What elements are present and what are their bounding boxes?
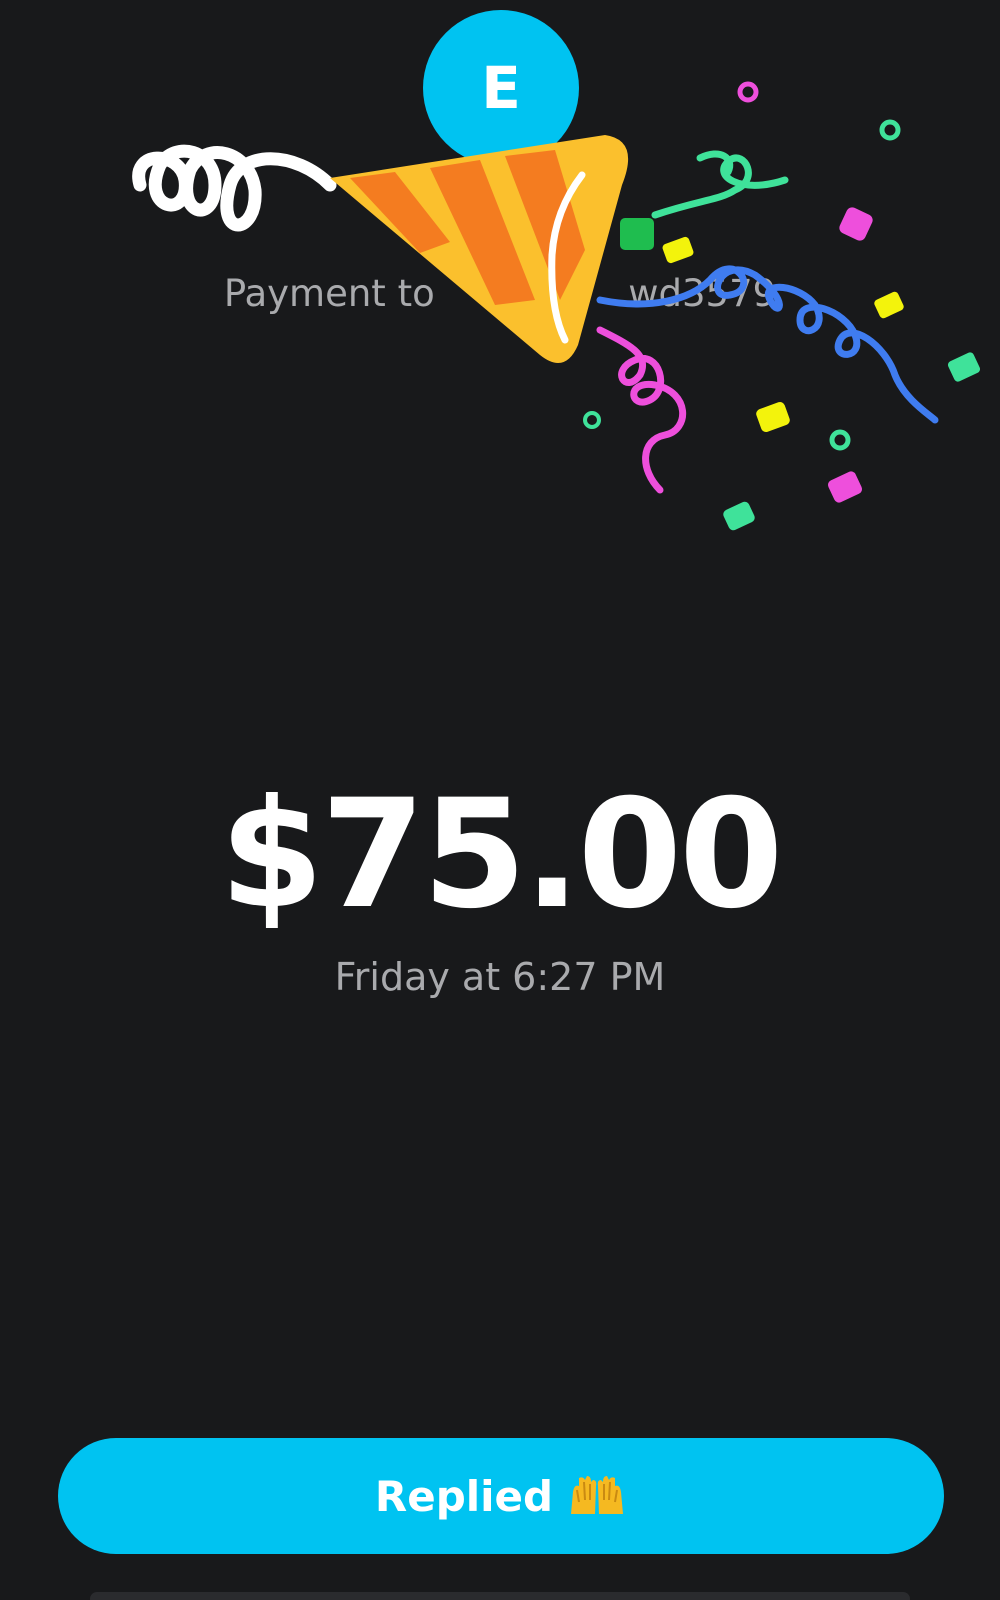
confetti-piece (827, 471, 863, 503)
verified-badge-icon (620, 218, 654, 250)
avatar-initial: E (481, 54, 521, 122)
confetti-ring (737, 81, 759, 103)
recipient-avatar: E (423, 10, 579, 166)
pink-streamer (596, 326, 686, 494)
raising-hands-icon (571, 1476, 624, 1514)
green-streamer (651, 154, 789, 219)
payment-to-line: Payment to wd3579 (0, 272, 1000, 315)
payment-amount: $75.00 (219, 768, 784, 942)
payment-receipt-screen: E E Payment to wd3579 $75.00 Friday at 6… (0, 0, 1000, 1600)
replied-label: Replied (374, 1471, 554, 1521)
confetti-ring (879, 119, 901, 141)
recipient-name: E (487, 212, 513, 256)
bottom-sheet-edge (90, 1592, 910, 1600)
recipient-cashtag: wd3579 (628, 272, 777, 315)
replied-button[interactable]: Replied (58, 1438, 944, 1554)
confetti-piece (723, 501, 755, 531)
confetti-piece (756, 402, 790, 432)
confetti-ring (829, 429, 851, 451)
payment-timestamp: Friday at 6:27 PM (334, 955, 666, 999)
confetti-piece (947, 352, 981, 382)
confetti-ring (583, 411, 601, 429)
payment-prefix: Payment to (223, 272, 435, 315)
